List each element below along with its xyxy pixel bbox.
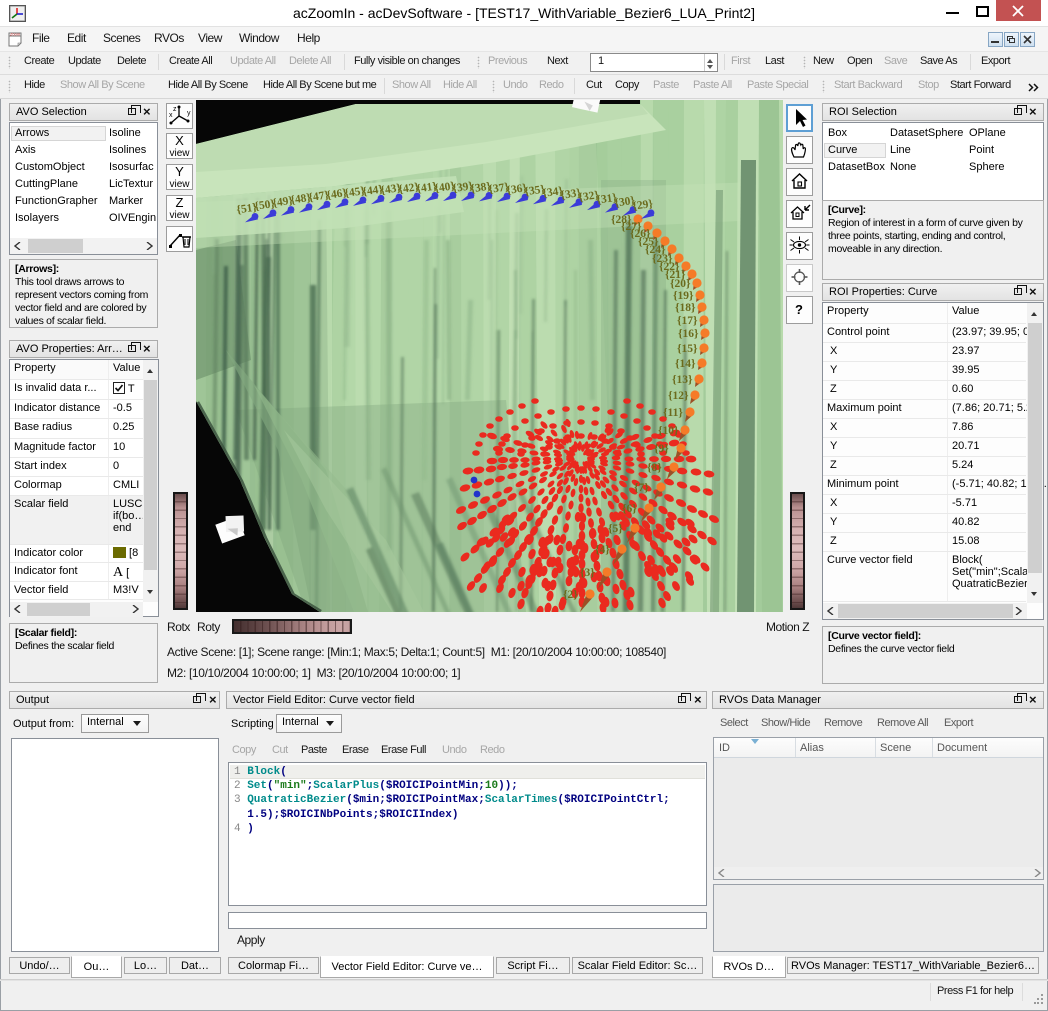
svg-text:{6}: {6} <box>622 503 637 515</box>
svg-text:{7}: {7} <box>634 482 649 494</box>
svg-text:{17}: {17} <box>677 315 698 327</box>
svg-text:{12}: {12} <box>668 390 689 402</box>
svg-text:{15}: {15} <box>677 343 698 355</box>
svg-text:y: y <box>187 110 191 117</box>
svg-text:?: ? <box>795 302 803 317</box>
svg-text:{20}: {20} <box>670 278 691 290</box>
svg-text:x: x <box>169 112 173 119</box>
svg-text:{9}: {9} <box>654 443 669 455</box>
svg-text:{16}: {16} <box>678 328 699 340</box>
svg-text:{14}: {14} <box>675 358 696 370</box>
svg-text:{10}: {10} <box>658 425 679 437</box>
svg-text:z: z <box>173 106 177 113</box>
svg-text:{11}: {11} <box>663 407 683 419</box>
svg-text:{8}: {8} <box>647 462 662 474</box>
svg-text:{13}: {13} <box>672 374 693 386</box>
svg-text:{18}: {18} <box>675 302 696 314</box>
svg-text:{19}: {19} <box>673 290 694 302</box>
svg-text:{3}: {3} <box>580 567 595 579</box>
svg-text:{2}: {2} <box>563 589 578 601</box>
svg-text:{5}: {5} <box>608 523 623 535</box>
svg-text:{4}: {4} <box>595 544 610 556</box>
svg-text:Zoom: Zoom <box>9 32 21 37</box>
